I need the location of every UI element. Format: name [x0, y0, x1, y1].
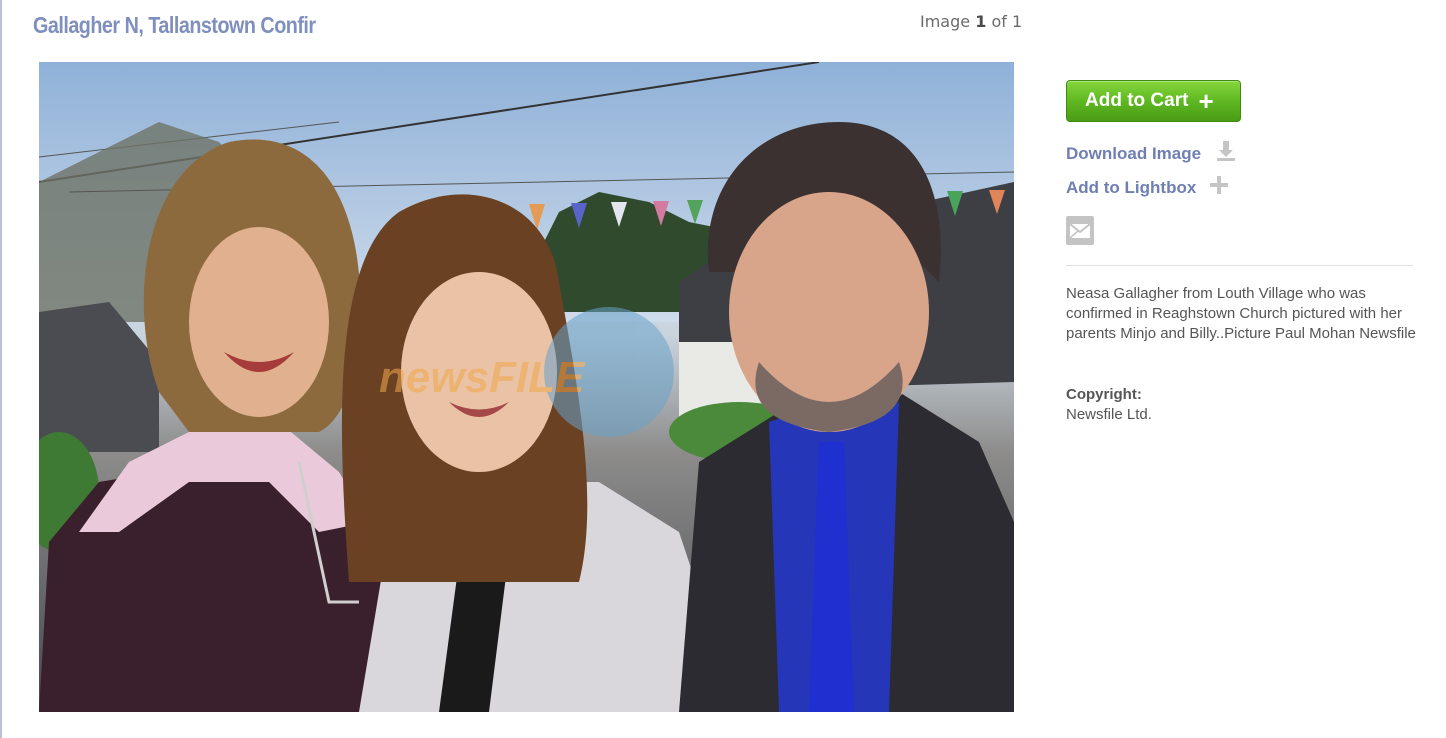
left-border: [0, 0, 2, 738]
svg-text:newsFILE: newsFILE: [379, 353, 586, 402]
download-image-link[interactable]: Download Image: [1066, 140, 1237, 167]
divider: [1066, 265, 1413, 266]
photo-caption: Neasa Gallagher from Louth Village who w…: [1066, 285, 1416, 342]
download-icon: [1215, 140, 1237, 167]
image-counter: Image 1 of 1: [920, 12, 1022, 31]
plus-icon: [1210, 176, 1229, 199]
main-photo[interactable]: newsFILE: [39, 62, 1014, 712]
counter-prefix: Image: [920, 12, 971, 31]
envelope-icon[interactable]: [1066, 216, 1094, 245]
page-title: Gallagher N, Tallanstown Confir: [33, 12, 316, 38]
download-label: Download Image: [1066, 143, 1202, 163]
lightbox-label: Add to Lightbox: [1066, 177, 1197, 197]
add-to-lightbox-link[interactable]: Add to Lightbox: [1066, 176, 1229, 199]
copyright-value: Newsfile Ltd.: [1066, 406, 1152, 423]
counter-of: of: [991, 12, 1007, 31]
counter-current: 1: [975, 12, 987, 31]
add-to-cart-label: Add to Cart: [1085, 90, 1189, 111]
plus-icon: +: [1198, 86, 1214, 116]
add-to-cart-button[interactable]: Add to Cart +: [1066, 80, 1241, 122]
photo-illustration: newsFILE: [39, 62, 1014, 712]
copyright-label: Copyright:: [1066, 386, 1142, 403]
counter-total: 1: [1011, 12, 1023, 31]
